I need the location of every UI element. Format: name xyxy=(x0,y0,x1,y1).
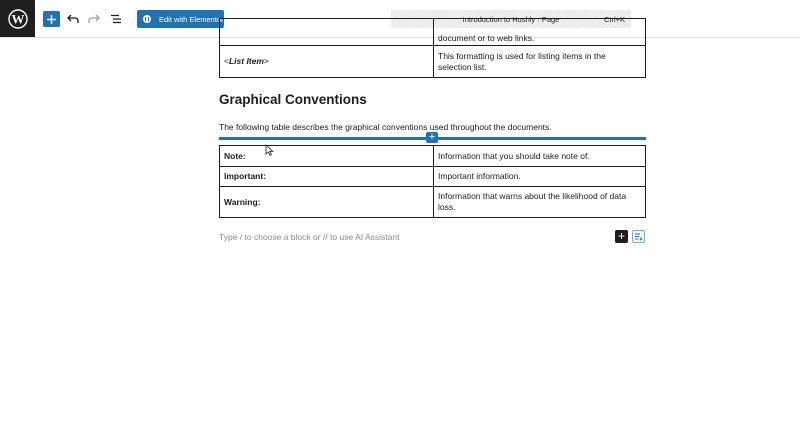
ai-assistant-button[interactable] xyxy=(632,230,645,243)
table-cell[interactable]: Note: xyxy=(219,145,434,167)
add-block-button[interactable] xyxy=(43,11,60,27)
edit-with-elementor-button[interactable]: Edit with Elementor xyxy=(137,10,224,28)
plus-icon: + xyxy=(428,131,436,143)
plus-icon: + xyxy=(617,229,625,243)
add-block-inline-button[interactable]: + xyxy=(615,230,628,243)
list-view-icon xyxy=(111,14,121,24)
table-row: <List Item> This formatting is used for … xyxy=(219,45,646,78)
graphical-conventions-table[interactable]: Note: Information that you should take n… xyxy=(219,145,646,218)
table-cell[interactable]: Information that warns about the likelih… xyxy=(433,186,646,218)
term-label: List Item xyxy=(228,56,264,66)
block-placeholder-text[interactable]: Type / to choose a block or // to use AI… xyxy=(219,232,400,242)
table-cell[interactable]: Warning: xyxy=(219,186,434,218)
table-cell[interactable]: Important: xyxy=(219,166,434,187)
table-cell[interactable]: This formatting is used for listing item… xyxy=(433,45,646,78)
table-row: Warning: Information that warns about th… xyxy=(219,186,646,218)
table-cell[interactable]: <List Item> xyxy=(219,45,434,78)
section-heading[interactable]: Graphical Conventions xyxy=(219,92,367,107)
ai-assistant-icon xyxy=(635,233,643,241)
mouse-cursor-icon xyxy=(265,143,274,161)
formatting-conventions-table[interactable]: document or to web links. <List Item> Th… xyxy=(219,18,646,78)
table-cell[interactable]: Information that you should take note of… xyxy=(433,145,646,167)
table-cell[interactable] xyxy=(219,18,434,46)
insert-block-button[interactable]: + xyxy=(426,132,438,143)
plus-icon xyxy=(47,14,56,24)
document-overview-button[interactable] xyxy=(108,11,124,27)
table-row: Important: Important information. xyxy=(219,166,646,187)
table-cell[interactable]: Important information. xyxy=(433,166,646,187)
elementor-button-label: Edit with Elementor xyxy=(159,14,224,24)
section-intro-paragraph[interactable]: The following table describes the graphi… xyxy=(219,122,552,132)
table-row: Note: Information that you should take n… xyxy=(219,145,646,167)
table-cell[interactable]: document or to web links. xyxy=(433,18,646,46)
undo-button[interactable] xyxy=(65,11,81,27)
undo-icon xyxy=(67,14,79,23)
elementor-icon xyxy=(143,15,151,23)
redo-icon xyxy=(88,14,100,23)
table-row: document or to web links. xyxy=(219,18,646,46)
wordpress-logo-icon[interactable]: W xyxy=(0,0,35,37)
term-suffix: > xyxy=(263,56,269,66)
svg-text:W: W xyxy=(11,11,24,26)
redo-button[interactable] xyxy=(86,11,102,27)
